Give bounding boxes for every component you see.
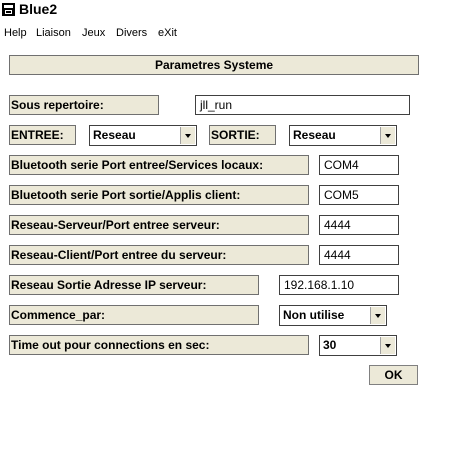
chevron-down-icon[interactable]: [380, 127, 395, 144]
timeout-select[interactable]: 30: [319, 335, 397, 356]
entree-selected-value: Reseau: [93, 128, 136, 142]
commence-select[interactable]: Non utilise: [279, 305, 387, 326]
panel-header: Parametres Systeme: [9, 55, 419, 75]
menu-liaison[interactable]: Liaison: [36, 27, 71, 39]
sous-repertoire-label: Sous repertoire:: [9, 95, 159, 115]
window-title: Blue2: [19, 1, 58, 17]
sortie-select[interactable]: Reseau: [289, 125, 397, 146]
entree-label: ENTREE:: [9, 125, 76, 145]
menu-jeux[interactable]: Jeux: [82, 27, 105, 39]
net-client-label: Reseau-Client/Port entree du serveur:: [9, 245, 309, 265]
chevron-down-icon[interactable]: [370, 307, 385, 324]
net-server-label: Reseau-Serveur/Port entree serveur:: [9, 215, 309, 235]
net-client-input[interactable]: 4444: [319, 245, 399, 265]
sortie-label: SORTIE:: [209, 125, 276, 145]
app-icon[interactable]: [2, 3, 15, 16]
menu-help[interactable]: Help: [4, 27, 27, 39]
entree-select[interactable]: Reseau: [89, 125, 197, 146]
bt-out-input[interactable]: COM5: [319, 185, 399, 205]
ok-button[interactable]: OK: [369, 365, 418, 385]
bt-out-label: Bluetooth serie Port sortie/Applis clien…: [9, 185, 309, 205]
net-server-input[interactable]: 4444: [319, 215, 399, 235]
sous-repertoire-input[interactable]: jll_run: [195, 95, 410, 115]
menu-divers[interactable]: Divers: [116, 27, 147, 39]
bt-in-label: Bluetooth serie Port entree/Services loc…: [9, 155, 309, 175]
title-bar: Blue2: [0, 0, 474, 20]
timeout-selected-value: 30: [323, 338, 337, 352]
sortie-selected-value: Reseau: [293, 128, 336, 142]
menu-exit[interactable]: eXit: [158, 27, 177, 39]
timeout-label: Time out pour connections en sec:: [9, 335, 309, 355]
chevron-down-icon[interactable]: [180, 127, 195, 144]
bt-in-input[interactable]: COM4: [319, 155, 399, 175]
commence-selected-value: Non utilise: [283, 308, 345, 322]
menu-bar: Help Liaison Jeux Divers eXit: [0, 26, 474, 42]
chevron-down-icon[interactable]: [380, 337, 395, 354]
commence-label: Commence_par:: [9, 305, 259, 325]
ip-label: Reseau Sortie Adresse IP serveur:: [9, 275, 259, 295]
ip-input[interactable]: 192.168.1.10: [279, 275, 399, 295]
